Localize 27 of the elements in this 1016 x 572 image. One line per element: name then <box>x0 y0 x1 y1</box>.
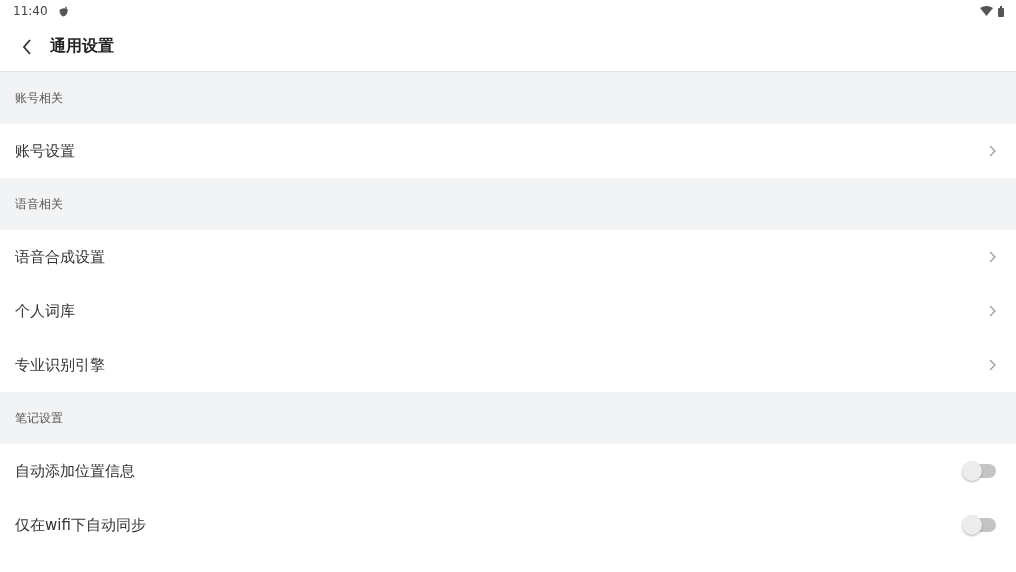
battery-icon <box>998 5 1004 17</box>
back-icon[interactable] <box>22 38 32 55</box>
toggle-switch[interactable] <box>964 464 996 478</box>
wifi-icon <box>980 6 993 16</box>
chevron-right-icon <box>989 305 996 317</box>
settings-row[interactable]: 仅在wifi下自动同步 <box>0 498 1016 552</box>
status-time: 11:40 <box>13 4 48 18</box>
page-title: 通用设置 <box>50 36 114 57</box>
chevron-right-icon <box>989 251 996 263</box>
row-label: 专业识别引擎 <box>15 355 105 375</box>
row-label: 账号设置 <box>15 141 75 161</box>
section-title: 账号相关 <box>15 89 63 107</box>
settings-row[interactable]: 个人词库 <box>0 284 1016 338</box>
settings-row[interactable]: 自动添加位置信息 <box>0 444 1016 498</box>
notification-icon <box>57 5 69 17</box>
row-label: 个人词库 <box>15 301 75 321</box>
row-label: 仅在wifi下自动同步 <box>15 515 146 535</box>
toggle-switch[interactable] <box>964 518 996 532</box>
settings-row[interactable]: 专业识别引擎 <box>0 338 1016 392</box>
section-title: 笔记设置 <box>15 409 63 427</box>
settings-row[interactable]: 语音合成设置 <box>0 230 1016 284</box>
chevron-right-icon <box>989 145 996 157</box>
row-label: 语音合成设置 <box>15 247 105 267</box>
row-label: 自动添加位置信息 <box>15 461 135 481</box>
section-title: 语音相关 <box>15 195 63 213</box>
chevron-right-icon <box>989 359 996 371</box>
settings-row[interactable]: 账号设置 <box>0 124 1016 178</box>
